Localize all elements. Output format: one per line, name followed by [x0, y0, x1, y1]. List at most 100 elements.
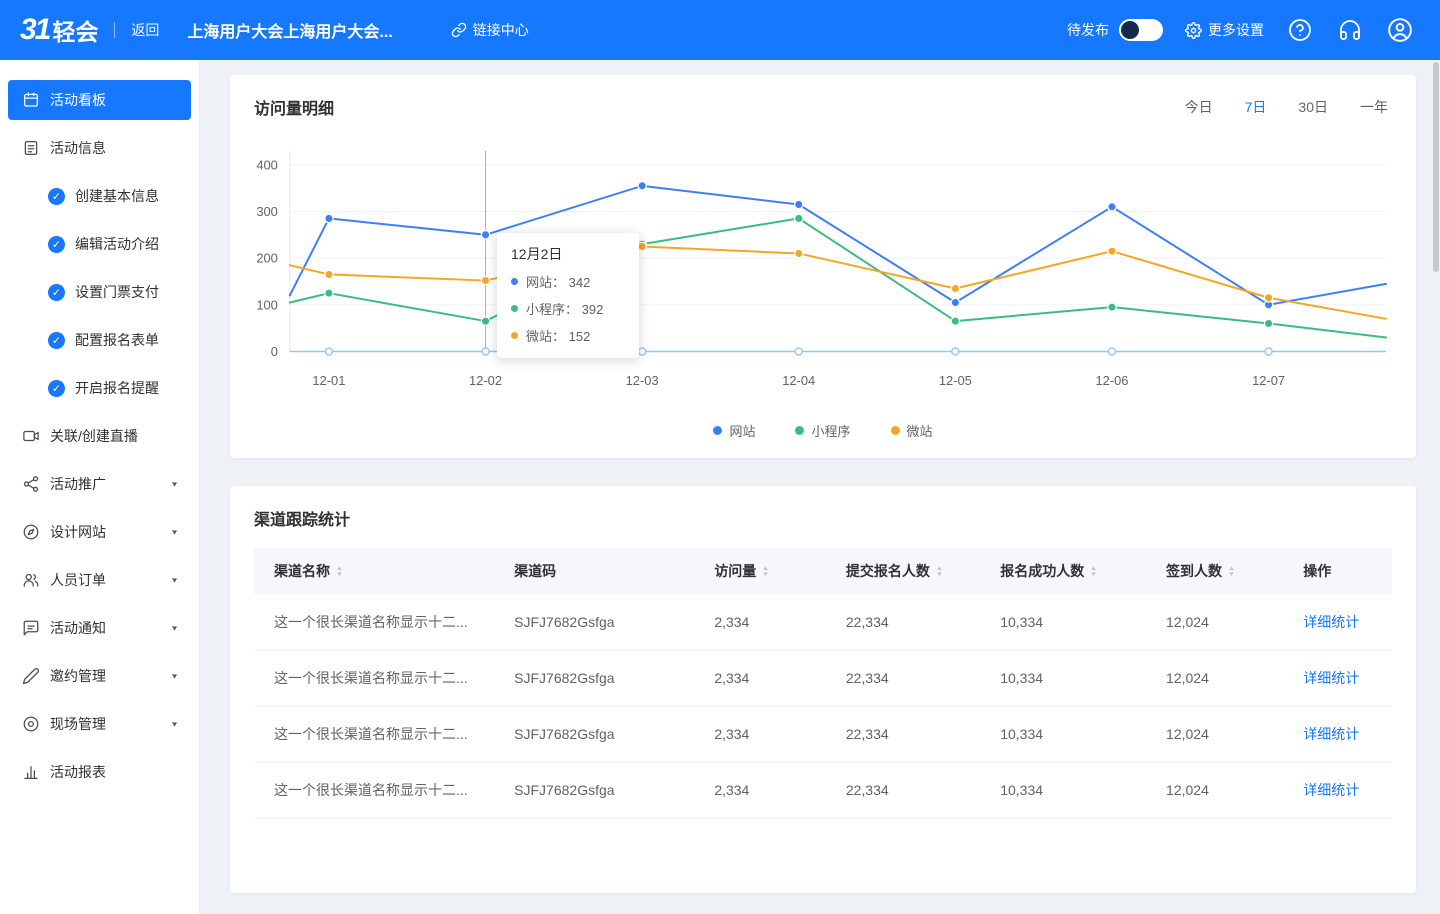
tooltip-series-dot [511, 332, 518, 339]
back-button[interactable]: 返回 [131, 20, 159, 40]
chevron-down-icon: ▼ [170, 720, 179, 728]
column-header-访问量[interactable]: 访问量 ▲▼ [694, 548, 826, 594]
cell-checkin: 12,024 [1146, 594, 1283, 650]
legend-label: 微站 [907, 421, 933, 440]
video-icon [22, 427, 40, 445]
detail-stats-link[interactable]: 详细统计 [1303, 670, 1359, 686]
range-tabs: 今日 7日 30日 一年 [1185, 97, 1392, 117]
link-center-button[interactable]: 链接中心 [451, 20, 529, 40]
sidebar-item-registration-form[interactable]: ✓配置报名表单 [8, 320, 191, 360]
range-tab-30日[interactable]: 30日 [1298, 97, 1328, 117]
cell-action: 详细统计 [1283, 594, 1392, 650]
tooltip-row: 网站： 342 [511, 272, 625, 291]
table-body: 这一个很长渠道名称显示十二...SJFJ7682Gsfga2,33422,334… [254, 594, 1392, 818]
publish-status-label: 待发布 [1067, 20, 1109, 40]
chart-tooltip-rows: 网站： 342小程序： 392微站： 152 [511, 272, 625, 345]
svg-text:100: 100 [256, 297, 278, 312]
sidebar-item-edit-activity-intro[interactable]: ✓编辑活动介绍 [8, 224, 191, 264]
sidebar-item-label: 配置报名表单 [75, 330, 159, 350]
sort-icon[interactable]: ▲▼ [762, 566, 769, 578]
promote-icon [22, 475, 40, 493]
table-row: 这一个很长渠道名称显示十二...SJFJ7682Gsfga2,33422,334… [254, 650, 1392, 706]
more-settings-button[interactable]: 更多设置 [1185, 20, 1264, 40]
legend-item-网站[interactable]: 网站 [713, 421, 755, 440]
help-button[interactable] [1286, 16, 1314, 44]
legend-dot-icon [795, 426, 804, 435]
sidebar-item-live-stream[interactable]: 关联/创建直播 [8, 416, 191, 456]
cell-visits: 2,334 [694, 762, 826, 818]
event-title: 上海用户大会上海用户大会... [187, 18, 392, 42]
sidebar-item-report[interactable]: 活动报表 [8, 752, 191, 792]
tooltip-row-text: 微站： 152 [526, 326, 590, 345]
range-tab-今日[interactable]: 今日 [1185, 97, 1213, 117]
cell-name: 这一个很长渠道名称显示十二... [254, 762, 494, 818]
table-row: 这一个很长渠道名称显示十二...SJFJ7682Gsfga2,33422,334… [254, 706, 1392, 762]
sidebar-item-registration-reminder[interactable]: ✓开启报名提醒 [8, 368, 191, 408]
detail-stats-link[interactable]: 详细统计 [1303, 726, 1359, 742]
column-header-提交报名人数[interactable]: 提交报名人数▲▼ [826, 548, 980, 594]
range-tab-一年[interactable]: 一年 [1360, 97, 1388, 117]
sidebar-item-dashboard[interactable]: 活动看板 [8, 80, 191, 120]
sidebar-item-create-basic-info[interactable]: ✓创建基本信息 [8, 176, 191, 216]
visits-line-chart[interactable]: 010020030040012-0112-0212-0312-0412-0512… [254, 135, 1392, 395]
cell-visits: 2,334 [694, 706, 826, 762]
sort-icon[interactable]: ▲▼ [336, 566, 343, 578]
sidebar-item-onsite[interactable]: 现场管理▼ [8, 704, 191, 744]
sidebar-item-website-design[interactable]: 设计网站▼ [8, 512, 191, 552]
avatar[interactable] [1386, 16, 1414, 44]
sidebar-item-ticket-payment[interactable]: ✓设置门票支付 [8, 272, 191, 312]
people-icon [22, 571, 40, 589]
sidebar-item-orders[interactable]: 人员订单▼ [8, 560, 191, 600]
column-header-label: 访问量 [714, 563, 756, 579]
chart-legend: 网站 小程序 微站 [254, 421, 1392, 440]
legend-item-小程序[interactable]: 小程序 [795, 421, 850, 440]
column-header-签到人数[interactable]: 签到人数▲▼ [1146, 548, 1283, 594]
app-logo[interactable]: 31 轻会 [20, 13, 98, 47]
sidebar-item-notification[interactable]: 活动通知▼ [8, 608, 191, 648]
range-tab-7日[interactable]: 7日 [1245, 97, 1267, 117]
svg-text:12-06: 12-06 [1095, 373, 1128, 388]
sidebar-item-promotion[interactable]: 活动推广▼ [8, 464, 191, 504]
legend-dot-icon [891, 426, 900, 435]
tooltip-date: 12月2日 [511, 244, 625, 264]
chart-tooltip: 12月2日 网站： 342小程序： 392微站： 152 [497, 233, 639, 358]
message-icon [22, 619, 40, 637]
column-header-报名成功人数[interactable]: 报名成功人数▲▼ [980, 548, 1146, 594]
sidebar-item-label: 活动报表 [50, 762, 106, 782]
scrollbar[interactable] [1432, 60, 1440, 914]
svg-text:12-04: 12-04 [782, 373, 815, 388]
sidebar-item-label: 创建基本信息 [75, 186, 159, 206]
cell-name: 这一个很长渠道名称显示十二... [254, 650, 494, 706]
sidebar-nav: 活动看板活动信息✓创建基本信息✓编辑活动介绍✓设置门票支付✓配置报名表单✓开启报… [0, 80, 199, 792]
sort-icon[interactable]: ▲▼ [936, 566, 943, 578]
topbar-divider [114, 22, 115, 38]
check-circle-icon: ✓ [48, 236, 65, 253]
scrollbar-thumb[interactable] [1433, 62, 1439, 272]
main-content: 访问量明细 今日7日30日一年 010020030040012-0112-021… [200, 60, 1440, 914]
tooltip-series-dot [511, 305, 518, 312]
tooltip-row-text: 网站： 342 [526, 272, 590, 291]
sort-icon[interactable]: ▲▼ [1090, 566, 1097, 578]
legend-item-微站[interactable]: 微站 [891, 421, 933, 440]
support-button[interactable] [1336, 16, 1364, 44]
detail-stats-link[interactable]: 详细统计 [1303, 614, 1359, 630]
publish-status: 待发布 [1067, 19, 1163, 41]
sidebar-item-invitation[interactable]: 邀约管理▼ [8, 656, 191, 696]
logo-number: 31 [20, 13, 49, 47]
cell-checkin: 12,024 [1146, 706, 1283, 762]
legend-label: 小程序 [811, 421, 850, 440]
chevron-down-icon: ▼ [170, 672, 179, 680]
channel-stats-card: 渠道跟踪统计 渠道名称▲▼渠道码访问量▲▼提交报名人数▲▼报名成功人数▲▼签到人… [230, 486, 1416, 893]
publish-toggle[interactable] [1119, 19, 1163, 41]
cell-checkin: 12,024 [1146, 650, 1283, 706]
legend-dot-icon [713, 426, 722, 435]
sort-icon[interactable]: ▲▼ [1228, 566, 1235, 578]
cell-action: 详细统计 [1283, 706, 1392, 762]
column-header-渠道名称[interactable]: 渠道名称▲▼ [254, 548, 494, 594]
sidebar-item-label: 开启报名提醒 [75, 378, 159, 398]
sidebar-item-activity-info[interactable]: 活动信息 [8, 128, 191, 168]
visits-card-header: 访问量明细 今日7日30日一年 [254, 95, 1392, 119]
cell-submitted: 22,334 [826, 594, 980, 650]
detail-stats-link[interactable]: 详细统计 [1303, 782, 1359, 798]
svg-text:200: 200 [256, 251, 278, 266]
